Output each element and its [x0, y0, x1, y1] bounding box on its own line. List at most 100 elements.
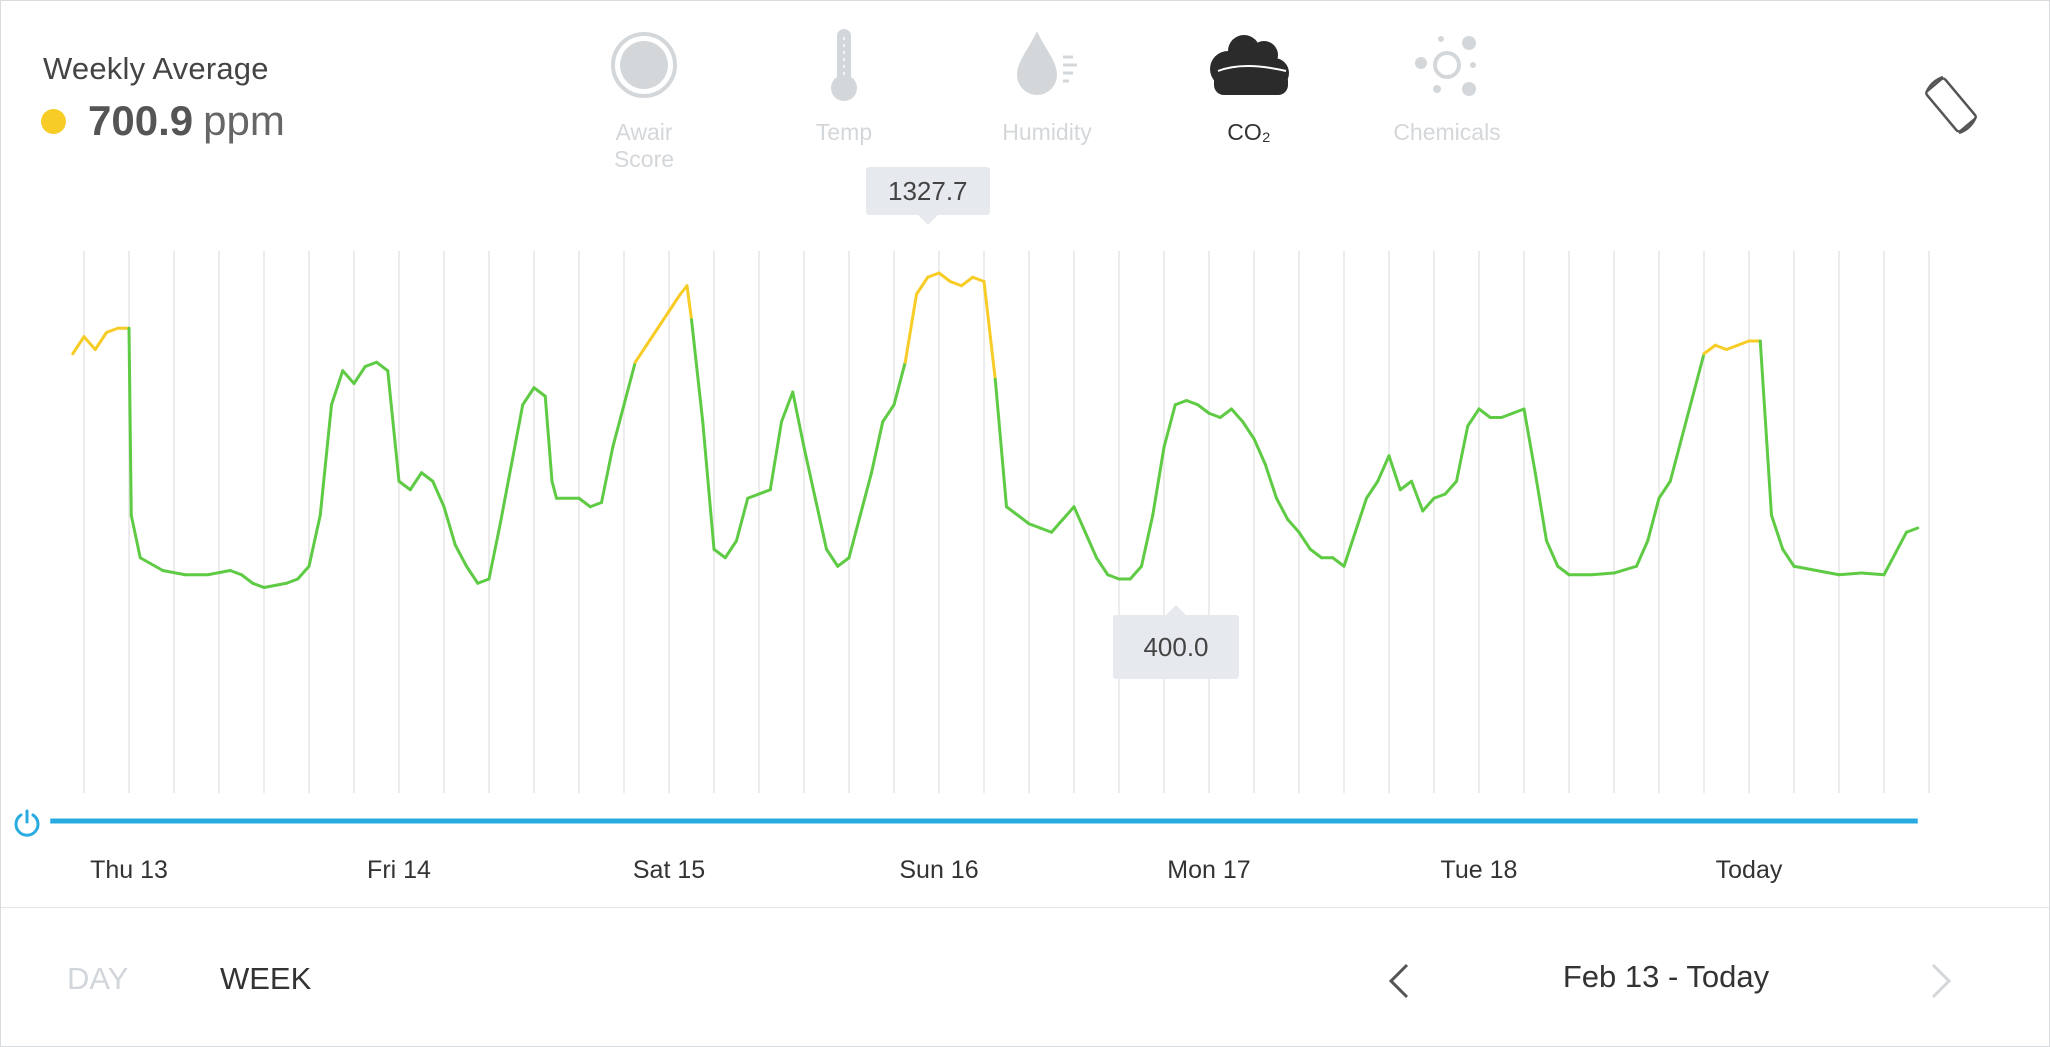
co2-line-segment [1545, 539, 1560, 568]
co2-line-segment [228, 569, 243, 577]
co2-line-segment [532, 386, 547, 398]
co2-line-segment [1815, 569, 1841, 577]
co2-line-segment [1027, 522, 1042, 530]
co2-line-segment [1770, 513, 1785, 551]
co2-line-segment [1263, 462, 1278, 500]
co2-line-segment [93, 331, 108, 351]
x-tick-label: Mon 17 [1167, 856, 1251, 884]
co2-line-segment [1083, 530, 1098, 560]
co2-line-segment [1308, 547, 1323, 560]
co2-line-segment [420, 471, 435, 483]
co2-line-segment [161, 569, 187, 577]
co2-line-segment [386, 369, 401, 483]
co2-line-segment [1128, 564, 1143, 581]
co2-line-segment [1556, 564, 1571, 577]
co2-line-segment [1286, 518, 1301, 534]
co2-line-segment [1241, 420, 1256, 441]
co2-line-segment [1522, 407, 1537, 475]
max-value-tooltip: 1327.7 [865, 167, 990, 225]
co2-line-segment [341, 369, 356, 385]
co2-line-segment [1792, 564, 1818, 572]
co2-line-segment [1691, 352, 1706, 398]
previous-range-button[interactable] [1379, 956, 1419, 1006]
co2-line-segment [1612, 564, 1638, 575]
x-tick-label: Tue 18 [1440, 856, 1518, 884]
co2-line-segment [667, 292, 682, 313]
co2-line-segment [1713, 343, 1728, 351]
co2-line-segment [735, 496, 750, 543]
tab-week[interactable]: WEEK [220, 961, 311, 997]
tab-day[interactable]: DAY [67, 961, 128, 997]
co2-line-segment [881, 403, 896, 424]
co2-line-segment [656, 309, 671, 330]
co2-line-segment [296, 564, 311, 581]
co2-line-segment [870, 420, 885, 475]
co2-line-segment [1477, 407, 1492, 419]
co2-line-segment [768, 420, 783, 492]
co2-line-segment [1702, 343, 1717, 356]
co2-line-segment [1106, 573, 1121, 581]
co2-line-segment [937, 271, 952, 283]
co2-line-segment [1668, 437, 1683, 483]
co2-line-segment [1387, 454, 1402, 492]
co2-line-segment [993, 377, 1008, 509]
co2-line-segment [1443, 479, 1458, 496]
co2-line-segment [701, 420, 716, 551]
co2-line-segment [948, 280, 963, 288]
x-tick-label: Fri 14 [367, 856, 431, 884]
co2-line-segment [825, 547, 840, 568]
co2-line-segment [1590, 571, 1616, 577]
co2-line-segment [1218, 407, 1233, 419]
co2-line-segment [685, 284, 693, 322]
co2-line-segment [510, 403, 525, 466]
co2-line-segment [1365, 479, 1380, 500]
co2-line-segment [813, 496, 828, 551]
next-range-button[interactable] [1921, 956, 1961, 1006]
co2-line-segment [476, 577, 491, 585]
co2-line-segment [352, 365, 367, 385]
co2-line-segment [712, 547, 727, 560]
co2-line-segment [1860, 571, 1886, 577]
co2-line-segment [521, 386, 536, 407]
co2-line-segment [330, 369, 345, 407]
co2-line-segment [1758, 339, 1773, 517]
co2-line-segment [1196, 403, 1211, 415]
co2-line-segment [690, 318, 705, 424]
co2-line-chart [50, 251, 1930, 824]
co2-line-segment [1511, 407, 1526, 415]
x-tick-label: Today [1715, 856, 1783, 884]
co2-line-segment [318, 403, 333, 517]
co2-line-segment [1162, 403, 1177, 449]
co2-line-segment [543, 394, 554, 483]
co2-line-segment [858, 471, 873, 517]
x-tick-label: Thu 13 [90, 856, 168, 884]
co2-line-segment [465, 564, 480, 585]
co2-line-segment [780, 390, 795, 424]
co2-history-card: Weekly Average 700.9 ppm Awair Score Temp [0, 0, 2050, 1047]
co2-line-segment [1005, 505, 1031, 526]
co2-line-segment [1432, 492, 1447, 500]
co2-line-segment [1533, 471, 1548, 543]
co2-line-segment [1635, 539, 1650, 568]
co2-line-segment [307, 513, 322, 568]
co2-line-segment [622, 360, 637, 407]
co2-line-segment [1297, 530, 1312, 551]
co2-line-segment [1038, 526, 1053, 534]
co2-line-segment [1455, 424, 1470, 483]
co2-line-segment [633, 343, 648, 364]
x-tick-label: Sat 15 [632, 856, 706, 884]
co2-line-segment [82, 335, 97, 351]
co2-line-segment [1421, 496, 1436, 513]
co2-line-segment [645, 326, 660, 347]
co2-line-segment [1207, 411, 1222, 419]
co2-line-segment [892, 360, 907, 407]
co2-line-segment [375, 360, 390, 373]
co2-line-segment [1275, 496, 1290, 521]
co2-line-segment [498, 462, 513, 526]
co2-line-segment [1140, 513, 1155, 568]
co2-line-segment [408, 471, 423, 492]
co2-line-segment [577, 496, 592, 509]
co2-line-segment [206, 569, 232, 577]
co2-line-segment [1331, 556, 1346, 568]
co2-line-segment [836, 556, 851, 568]
